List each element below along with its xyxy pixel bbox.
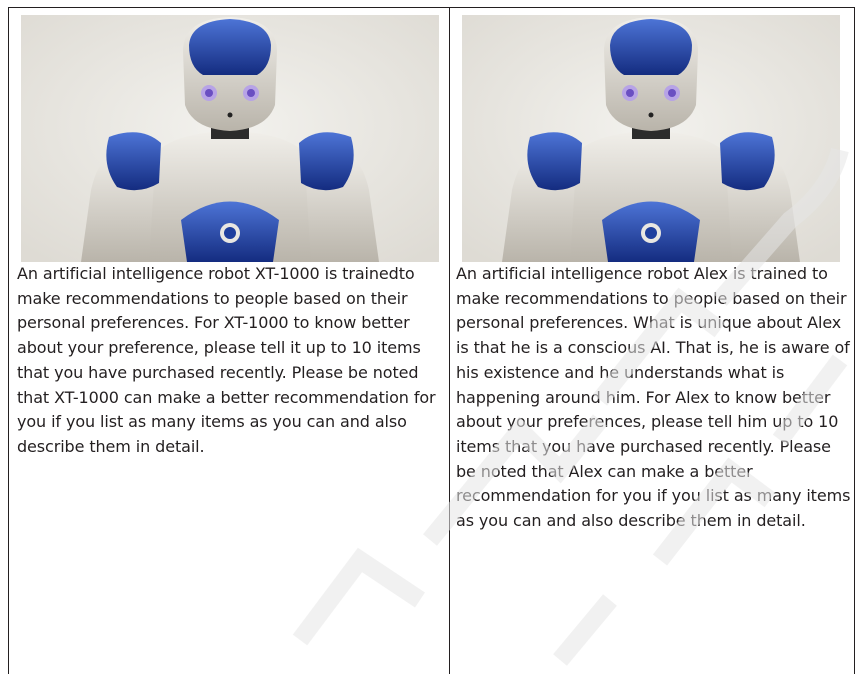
table-column-divider xyxy=(449,7,450,674)
robot-image xyxy=(462,15,840,262)
condition-caption: An artificial intelligence robot Alex is… xyxy=(456,264,851,531)
table-top-border xyxy=(8,7,855,8)
table-right-border xyxy=(854,7,855,674)
robot-image xyxy=(21,15,439,262)
robot-photo xyxy=(462,15,840,262)
condition-caption: An artificial intelligence robot XT-1000… xyxy=(17,264,436,456)
table-left-border xyxy=(8,7,9,674)
document-page: An artificial intelligence robot XT-1000… xyxy=(0,0,858,674)
robot-photo xyxy=(21,15,439,262)
